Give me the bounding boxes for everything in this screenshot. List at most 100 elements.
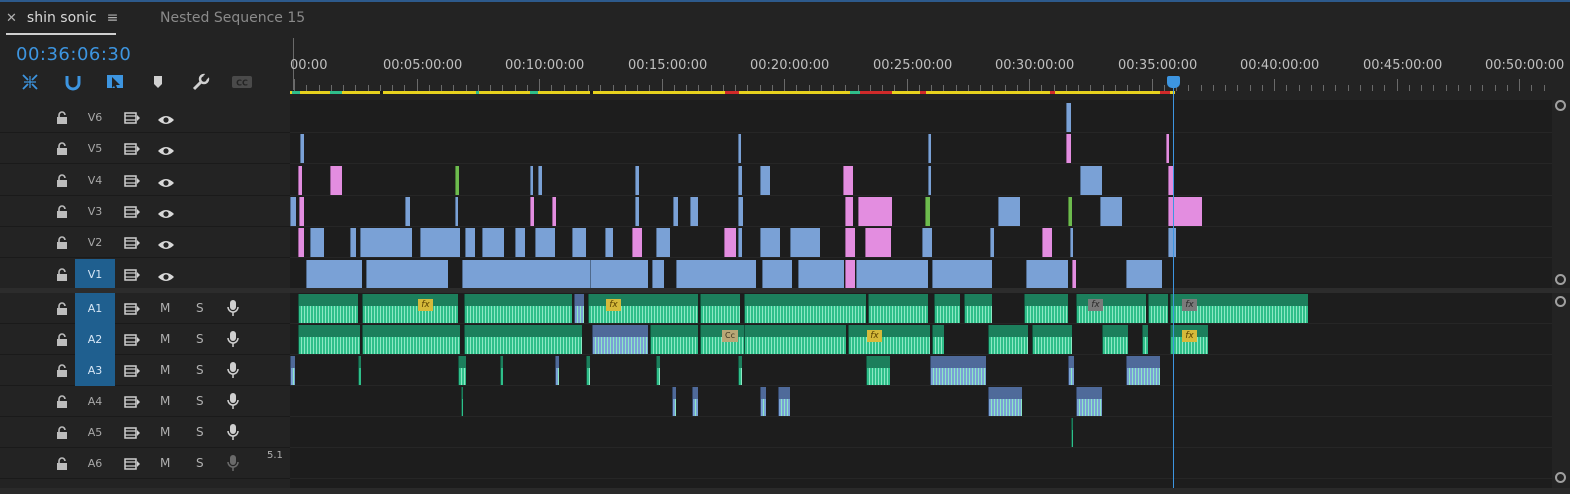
video-clip[interactable] xyxy=(1072,259,1076,289)
close-tab-icon[interactable]: ✕ xyxy=(6,11,17,26)
video-clip[interactable] xyxy=(1126,259,1162,289)
solo-track-button[interactable]: S xyxy=(196,394,204,408)
fx-badge-icon[interactable]: fx xyxy=(1182,299,1197,311)
solo-track-button[interactable]: S xyxy=(196,301,204,315)
video-scroll-bottom-knob[interactable] xyxy=(1555,274,1566,285)
track-target-label[interactable]: V3 xyxy=(75,196,115,227)
playhead-timecode[interactable]: 00:36:06:30 xyxy=(16,44,131,65)
video-clip[interactable] xyxy=(760,165,770,195)
audio-clip[interactable] xyxy=(672,387,676,416)
voiceover-record-mic-icon[interactable] xyxy=(226,454,240,472)
audio-clip[interactable] xyxy=(988,325,1028,354)
video-clip[interactable] xyxy=(299,196,304,226)
vertical-scrollbars[interactable] xyxy=(1552,100,1570,494)
track-target-label[interactable]: A2 xyxy=(75,324,115,355)
video-clip[interactable] xyxy=(690,196,698,226)
video-clip[interactable] xyxy=(535,228,555,258)
video-clip[interactable] xyxy=(922,228,932,258)
track-lock-icon[interactable] xyxy=(55,425,69,439)
track-target-label[interactable]: A3 xyxy=(75,355,115,386)
audio-clip[interactable] xyxy=(464,294,572,323)
audio-clip[interactable] xyxy=(744,325,846,354)
tab-shin-sonic[interactable]: ✕ shin sonic ≡ xyxy=(6,10,118,26)
voiceover-record-mic-icon[interactable] xyxy=(226,392,240,410)
track-target-label[interactable]: A1 xyxy=(75,293,115,324)
track-lane[interactable] xyxy=(290,165,1552,196)
solo-track-button[interactable]: S xyxy=(196,332,204,346)
video-clip[interactable] xyxy=(482,228,504,258)
audio-clip[interactable] xyxy=(868,294,928,323)
captions-badge-icon[interactable]: Cc xyxy=(722,330,738,342)
video-clip[interactable] xyxy=(330,165,342,195)
add-marker-icon[interactable] xyxy=(146,70,170,94)
video-clip[interactable] xyxy=(552,196,556,226)
fx-badge-icon[interactable]: fx xyxy=(1088,299,1103,311)
video-clip[interactable] xyxy=(298,165,302,195)
video-clip[interactable] xyxy=(1100,196,1122,226)
video-clip[interactable] xyxy=(290,196,296,226)
sync-lock-icon[interactable] xyxy=(124,141,140,156)
video-clip[interactable] xyxy=(738,134,741,164)
voiceover-record-mic-icon[interactable] xyxy=(226,299,240,317)
audio-clip[interactable] xyxy=(1148,294,1168,323)
fx-badge-icon[interactable]: fx xyxy=(1182,330,1197,342)
video-clip[interactable] xyxy=(530,165,533,195)
track-visibility-eye-icon[interactable] xyxy=(157,236,175,250)
video-clip[interactable] xyxy=(676,259,756,289)
audio-clip[interactable] xyxy=(458,356,466,385)
video-clip[interactable] xyxy=(845,228,855,258)
sync-lock-icon[interactable] xyxy=(124,301,140,315)
video-clip[interactable] xyxy=(652,259,664,289)
audio-clip[interactable] xyxy=(464,325,582,354)
video-clip[interactable] xyxy=(925,196,930,226)
audio-clip[interactable] xyxy=(555,356,559,385)
audio-clip[interactable] xyxy=(778,387,790,416)
audio-clip[interactable] xyxy=(650,325,698,354)
audio-clip[interactable] xyxy=(930,356,986,385)
voiceover-record-mic-icon[interactable] xyxy=(226,361,240,379)
track-visibility-eye-icon[interactable] xyxy=(157,268,175,281)
video-clip[interactable] xyxy=(998,196,1020,226)
audio-clip[interactable] xyxy=(934,294,960,323)
video-clip[interactable] xyxy=(858,196,892,226)
video-scroll-top-knob[interactable] xyxy=(1555,100,1566,111)
solo-track-button[interactable]: S xyxy=(196,456,204,470)
playhead-handle[interactable] xyxy=(1167,76,1180,88)
track-lane[interactable] xyxy=(290,227,1552,259)
track-target-label[interactable]: V2 xyxy=(75,227,115,258)
mute-track-button[interactable]: M xyxy=(160,425,170,439)
video-clip[interactable] xyxy=(515,228,525,258)
track-target-label[interactable]: V5 xyxy=(75,133,115,164)
audio-clip[interactable] xyxy=(1068,356,1074,385)
video-clip[interactable] xyxy=(1066,134,1071,164)
track-lock-icon[interactable] xyxy=(55,267,69,281)
track-lock-icon[interactable] xyxy=(55,141,69,156)
video-clip[interactable] xyxy=(673,196,678,226)
audio-clip[interactable] xyxy=(298,294,358,323)
audio-clip[interactable] xyxy=(362,294,458,323)
voiceover-record-mic-icon[interactable] xyxy=(226,330,240,348)
audio-clip[interactable] xyxy=(290,356,295,385)
video-clip[interactable] xyxy=(865,228,891,258)
mute-track-button[interactable]: M xyxy=(160,332,170,346)
audio-clip[interactable] xyxy=(1024,294,1068,323)
sync-lock-icon[interactable] xyxy=(124,235,140,249)
mute-track-button[interactable]: M xyxy=(160,301,170,315)
video-clip[interactable] xyxy=(310,228,324,258)
sync-lock-icon[interactable] xyxy=(124,425,140,439)
settings-wrench-icon[interactable] xyxy=(189,70,213,94)
video-clip[interactable] xyxy=(762,259,792,289)
video-clip[interactable] xyxy=(1068,196,1072,226)
solo-track-button[interactable]: S xyxy=(196,425,204,439)
audio-clip[interactable] xyxy=(1071,418,1073,447)
audio-clip[interactable] xyxy=(656,356,660,385)
video-clip[interactable] xyxy=(843,165,853,195)
video-clip[interactable] xyxy=(366,259,448,289)
linked-selection-icon[interactable] xyxy=(61,70,85,94)
track-lock-icon[interactable] xyxy=(55,363,69,377)
track-lane[interactable] xyxy=(290,133,1552,165)
video-clip[interactable] xyxy=(635,165,639,195)
video-clip[interactable] xyxy=(1168,228,1176,258)
video-clip[interactable] xyxy=(928,134,931,164)
audio-clip[interactable] xyxy=(700,294,740,323)
